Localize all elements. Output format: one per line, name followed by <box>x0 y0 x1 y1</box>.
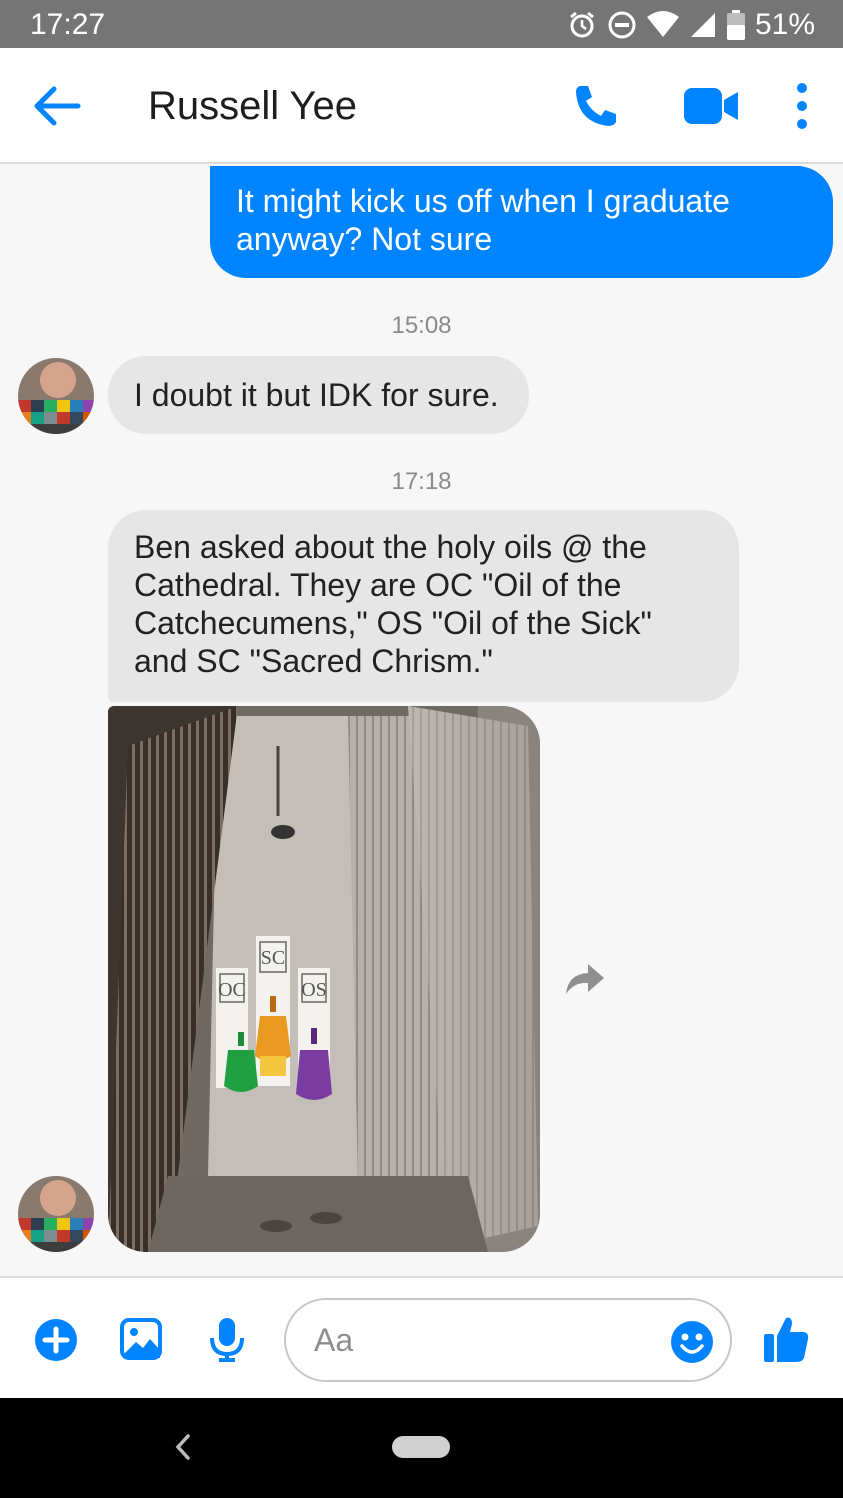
sent-message-bubble[interactable]: It might kick us off when I graduate any… <box>210 166 833 278</box>
microphone-icon <box>210 1318 244 1362</box>
more-vert-icon <box>797 83 807 129</box>
contact-avatar[interactable] <box>18 1176 94 1252</box>
message-input-field[interactable] <box>284 1298 732 1382</box>
back-arrow-icon <box>34 86 81 126</box>
battery-icon <box>726 10 745 40</box>
received-message-bubble[interactable]: Ben asked about the holy oils @ the Cath… <box>108 510 739 702</box>
voice-message-button[interactable] <box>206 1316 248 1362</box>
system-navigation-bar <box>0 1398 843 1498</box>
photo-label-oc: OC <box>218 979 246 1001</box>
system-home-button[interactable] <box>392 1436 450 1458</box>
video-camera-icon <box>684 88 738 124</box>
more-options-button[interactable] <box>790 80 814 132</box>
message-composer <box>0 1276 843 1398</box>
system-back-button[interactable] <box>170 1432 196 1462</box>
received-message-bubble[interactable]: I doubt it but IDK for sure. <box>108 356 529 434</box>
thumbs-up-icon <box>764 1317 809 1362</box>
emoji-button[interactable] <box>670 1320 714 1364</box>
add-button[interactable] <box>34 1318 78 1362</box>
contact-name[interactable]: Russell Yee <box>148 84 357 129</box>
conversation-header: Russell Yee <box>0 48 843 164</box>
status-icons: 51% <box>567 8 815 42</box>
do-not-disturb-icon <box>608 11 636 39</box>
chevron-left-icon <box>175 1434 190 1460</box>
photo-label-os: OS <box>301 979 327 1001</box>
battery-percentage: 51% <box>754 8 815 41</box>
emoji-icon <box>671 1321 713 1363</box>
wifi-icon <box>646 11 679 37</box>
forward-button[interactable] <box>562 962 606 998</box>
status-time: 17:27 <box>30 8 106 41</box>
message-input[interactable] <box>314 1318 664 1362</box>
voice-call-button[interactable] <box>570 80 622 132</box>
avatar-image <box>18 358 94 434</box>
status-bar: 17:27 51% <box>0 0 843 48</box>
shared-photo[interactable]: OC SC OS <box>108 706 540 1252</box>
photo-label-sc: SC <box>261 947 285 969</box>
avatar-image <box>18 1176 94 1252</box>
alarm-icon <box>570 11 594 38</box>
contact-avatar[interactable] <box>18 358 94 434</box>
like-button[interactable] <box>762 1314 810 1364</box>
phone-icon <box>576 86 616 126</box>
holy-oils-photo: OC SC OS <box>108 706 540 1252</box>
message-list[interactable]: It might kick us off when I graduate any… <box>0 166 843 1276</box>
message-timestamp: 17:18 <box>391 468 452 495</box>
signal-icon <box>690 13 715 37</box>
share-arrow-icon <box>566 964 604 994</box>
gallery-icon <box>120 1318 162 1360</box>
back-button[interactable] <box>28 80 86 132</box>
add-icon <box>35 1319 77 1361</box>
video-call-button[interactable] <box>684 86 740 126</box>
gallery-button[interactable] <box>120 1318 162 1360</box>
message-timestamp: 15:08 <box>391 312 452 339</box>
